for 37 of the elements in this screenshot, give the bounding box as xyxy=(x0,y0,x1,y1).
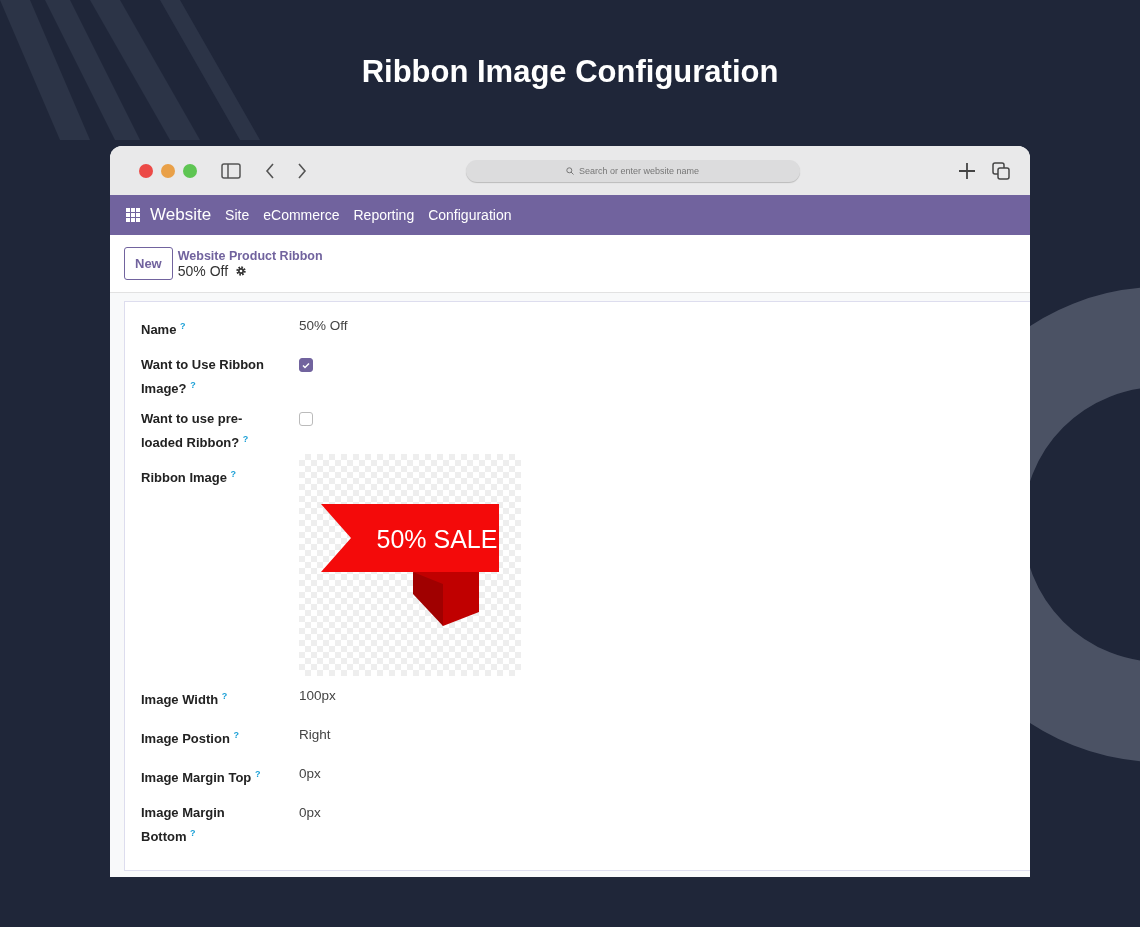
field-label: Ribbon Image $^{?}$ xyxy=(141,467,238,487)
menu-item[interactable]: Configuration xyxy=(428,207,512,223)
ribbon-image[interactable]: 50% SALE xyxy=(299,453,521,676)
sale-text: 50% SALE xyxy=(376,524,498,553)
field-label: Image Margin Bottom $^{?}$ xyxy=(141,803,226,846)
field-value[interactable]: 0px xyxy=(299,802,321,847)
field-value[interactable]: 50% Off xyxy=(299,316,348,345)
settings-icon[interactable] xyxy=(235,264,248,277)
checkbox[interactable] xyxy=(299,358,313,372)
field-label: Image Margin Top $^{?}$ xyxy=(141,767,262,787)
back-icon[interactable] xyxy=(265,162,275,179)
menu-item[interactable]: Reporting xyxy=(353,207,415,223)
sidebar-icon[interactable] xyxy=(221,162,241,179)
breadcrumb-link[interactable]: Website Product Ribbon xyxy=(177,248,323,263)
apps-grid-icon[interactable] xyxy=(126,208,140,222)
copy-icon[interactable] xyxy=(992,161,1010,180)
record-name: 50% Off xyxy=(177,262,229,279)
field-value[interactable]: 100px xyxy=(299,685,336,715)
field-value[interactable]: 0px xyxy=(299,763,321,793)
field-label: Want to Use Ribbon Image? $^{?}$ xyxy=(141,356,265,399)
field-label: Image Width $^{?}$ xyxy=(141,689,229,709)
close-window-button[interactable] xyxy=(139,163,153,178)
check-icon xyxy=(302,361,310,369)
field-label: Image Postion $^{?}$ xyxy=(141,728,240,748)
plus-icon[interactable] xyxy=(958,161,976,180)
new-button[interactable]: New xyxy=(124,247,173,280)
app-name[interactable]: Website xyxy=(150,205,212,225)
field-value[interactable]: Right xyxy=(299,724,331,754)
menu-item[interactable]: eCommerce xyxy=(263,207,340,223)
search-icon xyxy=(565,166,574,175)
field-label: Name $^{?}$ xyxy=(141,320,187,340)
forward-icon[interactable] xyxy=(297,162,307,179)
address-bar[interactable]: Search or enter website name xyxy=(465,159,800,182)
checkbox[interactable] xyxy=(299,412,313,427)
menu-item[interactable]: Site xyxy=(225,207,250,223)
page-title: Ribbon Image Configuration xyxy=(361,53,779,91)
field-label: Want to use pre-loaded Ribbon? $^{?}$ xyxy=(141,410,250,453)
